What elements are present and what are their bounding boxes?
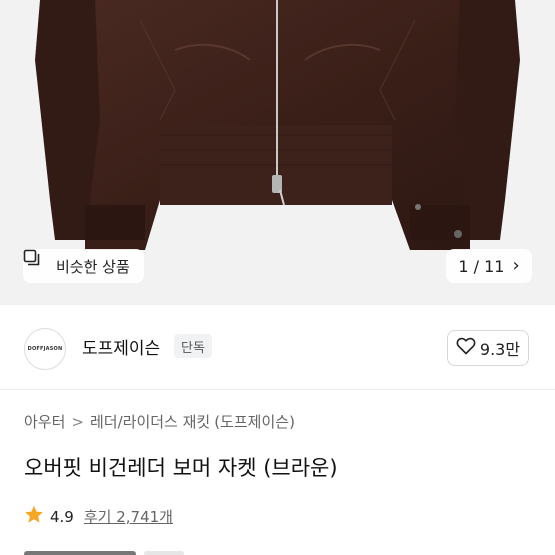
heart-icon (456, 337, 476, 359)
brand-name[interactable]: 도프제이슨 (82, 334, 160, 359)
like-button[interactable]: 9.3만 (447, 330, 529, 366)
rating-score: 4.9 (50, 507, 74, 526)
chevron-right-icon: › (512, 254, 520, 276)
similar-products-label: 비슷한 상품 (56, 257, 130, 276)
star-icon (24, 505, 44, 528)
pager-current: 1 (458, 256, 469, 276)
pager-total: 11 (484, 256, 505, 276)
like-count: 9.3만 (479, 340, 521, 359)
product-title: 오버핏 비건레더 보머 자켓 (브라운) (24, 456, 338, 480)
pager-text: 1 / 11 (458, 257, 504, 276)
similar-products-icon (23, 249, 50, 275)
brand-logo[interactable]: DOFFJASON (24, 328, 66, 370)
brand-row: DOFFJASON 도프제이슨 단독 9.3만 (0, 305, 555, 390)
breadcrumb-item-leather[interactable]: 레더/라이더스 재킷 (90, 411, 210, 432)
breadcrumb: 아우터 > 레더/라이더스 재킷 (도프제이슨) (24, 411, 295, 432)
breadcrumb-separator: > (71, 412, 84, 431)
product-image-gallery[interactable]: 비슷한 상품 1 / 11 › (0, 0, 555, 305)
exclusive-badge: 단독 (174, 334, 212, 358)
image-pager[interactable]: 1 / 11 › (446, 249, 532, 283)
next-section-peek (24, 551, 136, 555)
similar-products-button[interactable]: 비슷한 상품 (23, 249, 144, 283)
reviews-link[interactable]: 후기 2,741개 (84, 506, 173, 527)
next-section-peek-secondary (144, 551, 184, 555)
breadcrumb-item-outer[interactable]: 아우터 (24, 411, 65, 432)
breadcrumb-item-brand[interactable]: (도프제이슨) (214, 411, 295, 432)
pager-separator: / (473, 256, 479, 276)
rating-summary: 4.9 후기 2,741개 (24, 505, 173, 528)
brand-logo-text: DOFFJASON (27, 346, 63, 352)
